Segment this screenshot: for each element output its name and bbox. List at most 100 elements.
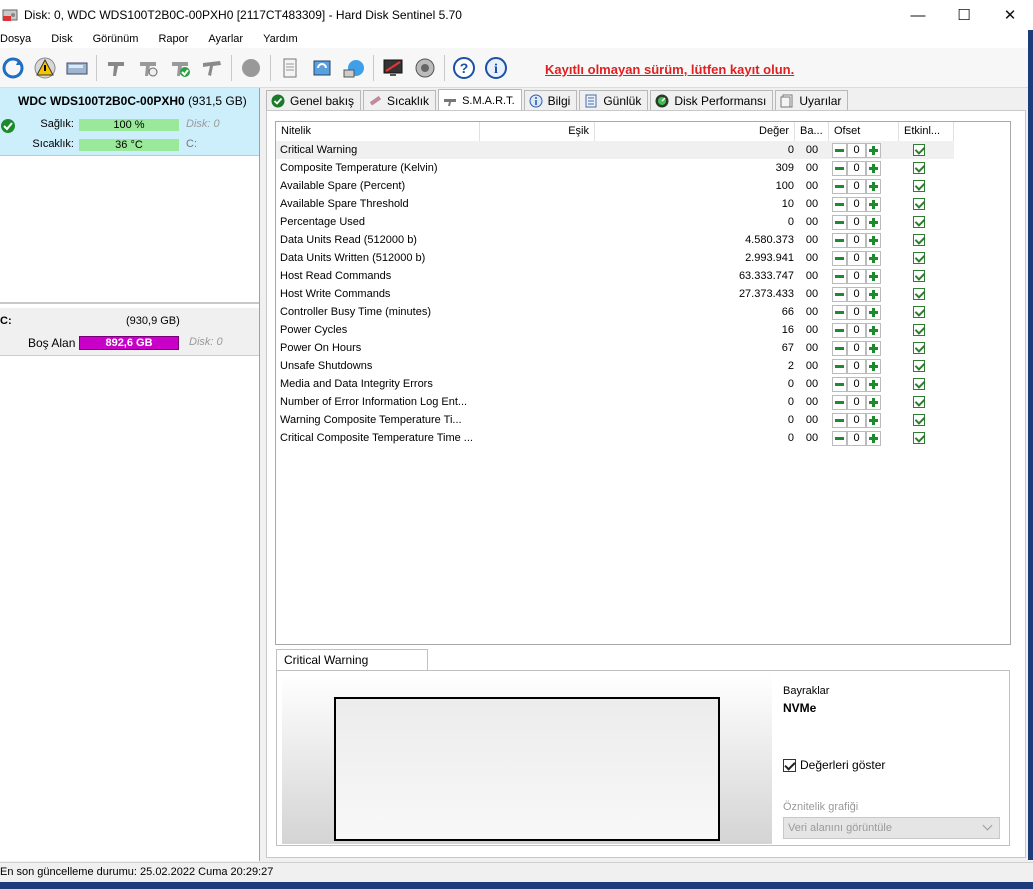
offset-decrement-button[interactable] <box>832 412 847 428</box>
offset-increment-button[interactable] <box>866 322 881 338</box>
tab-log[interactable]: Günlük <box>579 90 649 111</box>
tab-disk-performance[interactable]: Disk Performansı <box>650 90 774 111</box>
attribute-graph-select[interactable]: Veri alanını görüntüle <box>783 817 1000 839</box>
offset-value[interactable]: 0 <box>847 304 866 320</box>
column-value[interactable]: Değer <box>595 122 795 141</box>
offset-increment-button[interactable] <box>866 304 881 320</box>
table-row[interactable]: Unsafe Shutdowns 2 00 0 <box>276 357 954 375</box>
register-link[interactable]: Kayıtlı olmayan sürüm, lütfen kayıt olun… <box>545 62 794 77</box>
offset-decrement-button[interactable] <box>832 358 847 374</box>
table-row[interactable]: Host Read Commands 63.333.747 00 0 <box>276 267 954 285</box>
menu-disk[interactable]: Disk <box>51 33 72 45</box>
enabled-checkbox[interactable] <box>913 216 925 228</box>
offset-increment-button[interactable] <box>866 430 881 446</box>
tab-temperature[interactable]: Sıcaklık <box>363 90 437 111</box>
enabled-checkbox[interactable] <box>913 306 925 318</box>
enabled-checkbox[interactable] <box>913 144 925 156</box>
disk-ok-icon[interactable] <box>167 55 193 81</box>
offset-value[interactable]: 0 <box>847 160 866 176</box>
offset-value[interactable]: 0 <box>847 322 866 338</box>
refresh-icon[interactable] <box>0 55 26 81</box>
offset-increment-button[interactable] <box>866 358 881 374</box>
offset-decrement-button[interactable] <box>832 304 847 320</box>
enabled-checkbox[interactable] <box>913 252 925 264</box>
tab-info[interactable]: Bilgi <box>523 90 578 111</box>
warning-icon[interactable] <box>32 55 58 81</box>
enabled-checkbox[interactable] <box>913 270 925 282</box>
enabled-checkbox[interactable] <box>913 198 925 210</box>
column-threshold[interactable]: Eşik <box>480 122 595 141</box>
enabled-checkbox[interactable] <box>913 162 925 174</box>
table-row[interactable]: Percentage Used 0 00 0 <box>276 213 954 231</box>
minimize-button[interactable]: — <box>895 0 941 30</box>
about-icon[interactable]: i <box>483 55 509 81</box>
offset-increment-button[interactable] <box>866 286 881 302</box>
offset-value[interactable]: 0 <box>847 394 866 410</box>
sound-icon[interactable] <box>412 55 438 81</box>
column-ba[interactable]: Ba... <box>795 122 829 141</box>
offset-increment-button[interactable] <box>866 268 881 284</box>
column-offset[interactable]: Ofset <box>829 122 899 141</box>
table-row[interactable]: Media and Data Integrity Errors 0 00 0 <box>276 375 954 393</box>
offset-decrement-button[interactable] <box>832 178 847 194</box>
offset-increment-button[interactable] <box>866 178 881 194</box>
volume-card[interactable]: C: (930,9 GB) Boş Alan 892,6 GB Disk: 0 <box>0 308 259 356</box>
offset-value[interactable]: 0 <box>847 196 866 212</box>
monitor-icon[interactable] <box>380 55 406 81</box>
offset-value[interactable]: 0 <box>847 430 866 446</box>
offset-increment-button[interactable] <box>866 394 881 410</box>
offset-value[interactable]: 0 <box>847 340 866 356</box>
offset-decrement-button[interactable] <box>832 322 847 338</box>
offset-increment-button[interactable] <box>866 214 881 230</box>
tab-smart[interactable]: S.M.A.R.T. <box>438 89 522 111</box>
offset-decrement-button[interactable] <box>832 160 847 176</box>
table-row[interactable]: Composite Temperature (Kelvin) 309 00 0 <box>276 159 954 177</box>
enabled-checkbox[interactable] <box>913 396 925 408</box>
offset-value[interactable]: 0 <box>847 286 866 302</box>
table-row[interactable]: Data Units Read (512000 b) 4.580.373 00 0 <box>276 231 954 249</box>
offset-increment-button[interactable] <box>866 376 881 392</box>
tab-alerts[interactable]: Uyarılar <box>775 90 849 111</box>
enabled-checkbox[interactable] <box>913 234 925 246</box>
offset-decrement-button[interactable] <box>832 232 847 248</box>
table-row[interactable]: Available Spare (Percent) 100 00 0 <box>276 177 954 195</box>
column-attribute[interactable]: Nitelik <box>276 122 480 141</box>
table-row[interactable]: Number of Error Information Log Ent... 0 0… <box>276 393 954 411</box>
maximize-button[interactable]: ☐ <box>941 0 987 30</box>
enabled-checkbox[interactable] <box>913 378 925 390</box>
column-enabled[interactable]: Etkinl... <box>899 122 954 141</box>
offset-decrement-button[interactable] <box>832 214 847 230</box>
enabled-checkbox[interactable] <box>913 324 925 336</box>
offset-increment-button[interactable] <box>866 250 881 266</box>
menu-help[interactable]: Yardım <box>263 33 298 45</box>
network-icon[interactable] <box>341 55 367 81</box>
offset-increment-button[interactable] <box>866 196 881 212</box>
drive-icon[interactable] <box>64 55 90 81</box>
detail-tab[interactable]: Critical Warning (FF_1200) <box>276 649 428 687</box>
offset-value[interactable]: 0 <box>847 232 866 248</box>
enabled-checkbox[interactable] <box>913 414 925 426</box>
offset-value[interactable]: 0 <box>847 214 866 230</box>
menu-report[interactable]: Rapor <box>158 33 188 45</box>
report-icon[interactable] <box>277 55 303 81</box>
offset-decrement-button[interactable] <box>832 196 847 212</box>
table-row[interactable]: Power Cycles 16 00 0 <box>276 321 954 339</box>
offset-decrement-button[interactable] <box>832 286 847 302</box>
show-values-checkbox[interactable]: Değerleri göster <box>783 758 885 772</box>
enabled-checkbox[interactable] <box>913 342 925 354</box>
help-icon[interactable]: ? <box>451 55 477 81</box>
offset-value[interactable]: 0 <box>847 250 866 266</box>
disk-info-icon[interactable] <box>135 55 161 81</box>
offset-decrement-button[interactable] <box>832 394 847 410</box>
table-row[interactable]: Controller Busy Time (minutes) 66 00 0 <box>276 303 954 321</box>
offset-decrement-button[interactable] <box>832 268 847 284</box>
menu-file[interactable]: Dosya <box>0 33 31 45</box>
offset-decrement-button[interactable] <box>832 430 847 446</box>
table-row[interactable]: Critical Warning 0 00 0 <box>276 141 954 159</box>
menu-view[interactable]: Görünüm <box>93 33 139 45</box>
close-button[interactable]: ✕ <box>987 0 1033 30</box>
offset-value[interactable]: 0 <box>847 358 866 374</box>
offset-decrement-button[interactable] <box>832 142 847 158</box>
disk-test-icon[interactable] <box>103 55 129 81</box>
table-row[interactable]: Data Units Written (512000 b) 2.993.941 00… <box>276 249 954 267</box>
